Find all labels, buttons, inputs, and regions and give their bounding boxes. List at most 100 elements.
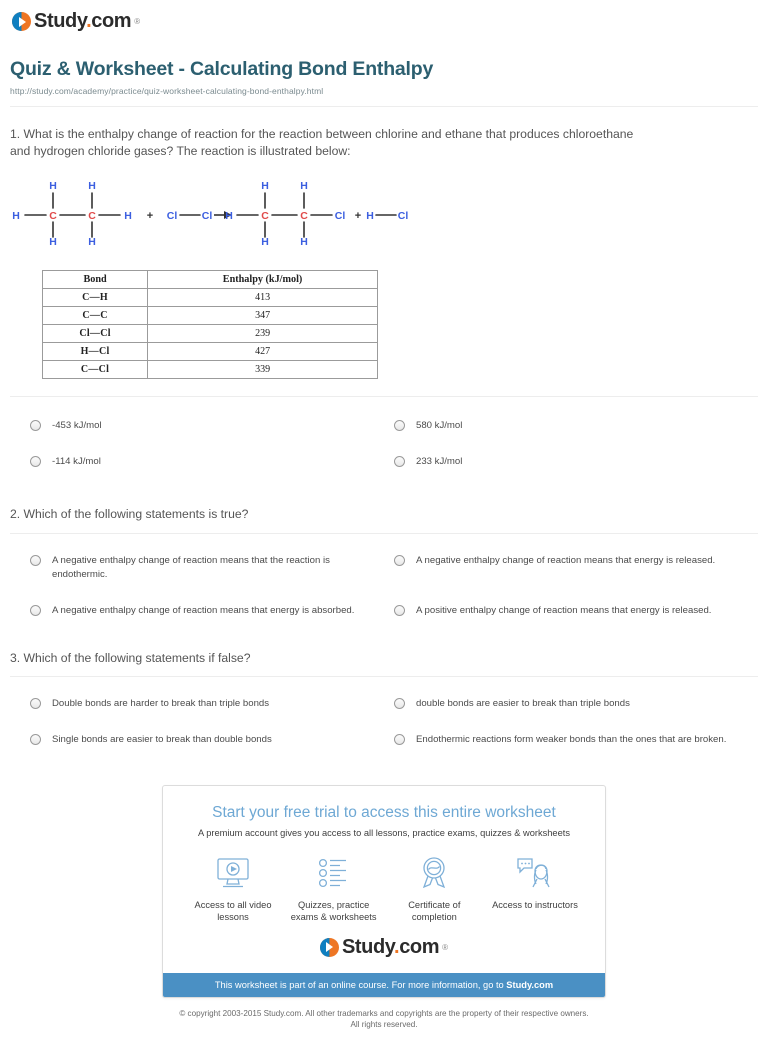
- column-header-enthalpy: Enthalpy (kJ/mol): [147, 269, 378, 289]
- promo-subtitle: A premium account gives you access to al…: [197, 827, 571, 838]
- feature-quizzes: Quizzes, practice exams & worksheets: [286, 854, 382, 924]
- promo-logo[interactable]: Study.com ®: [163, 928, 605, 973]
- svg-text:+: +: [355, 210, 361, 222]
- option-q2-3[interactable]: A negative enthalpy change of reaction m…: [30, 604, 394, 618]
- promo-course-bar: This worksheet is part of an online cour…: [163, 972, 605, 997]
- option-label: 580 kJ/mol: [416, 419, 463, 431]
- radio-button-icon[interactable]: [30, 697, 41, 709]
- award-ribbon-icon: [386, 854, 482, 892]
- radio-button-icon[interactable]: [30, 455, 41, 467]
- chemical-equation-svg: H H H H H H C C + Cl Cl H H H H H C C Cl…: [12, 180, 408, 248]
- option-q2-2[interactable]: A negative enthalpy change of reaction m…: [394, 554, 758, 582]
- bond-enthalpy-table-wrap: Bond Enthalpy (kJ/mol) C—H 413 C—C 347 C…: [0, 264, 768, 379]
- feature-label: Quizzes, practice exams & worksheets: [290, 899, 377, 923]
- option-label: Double bonds are harder to break than tr…: [52, 697, 270, 709]
- option-q3-4[interactable]: Endothermic reactions form weaker bonds …: [394, 733, 758, 747]
- brand-name-main: Study: [341, 935, 395, 958]
- table-row: C—H 413: [41, 287, 378, 307]
- option-q3-1[interactable]: Double bonds are harder to break than tr…: [30, 697, 394, 711]
- brand-wordmark: Study.com: [34, 10, 132, 33]
- option-label: Endothermic reactions form weaker bonds …: [416, 733, 727, 745]
- promo-wrap: Start your free trial to access this ent…: [0, 747, 768, 998]
- cell-enthalpy: 347: [147, 305, 378, 325]
- svg-text:+: +: [147, 210, 153, 222]
- radio-button-icon[interactable]: [30, 604, 41, 616]
- promo-bar-text: This worksheet is part of an online cour…: [214, 979, 507, 990]
- checklist-icon: [286, 854, 382, 892]
- cell-bond: H—Cl: [41, 341, 149, 361]
- cell-enthalpy: 339: [147, 359, 378, 379]
- option-label: -453 kJ/mol: [52, 419, 102, 431]
- svg-text:C: C: [261, 210, 269, 222]
- option-q1-1[interactable]: -453 kJ/mol: [30, 419, 394, 433]
- svg-text:H: H: [300, 180, 308, 192]
- question-1-options: -453 kJ/mol 580 kJ/mol -114 kJ/mol 233 k…: [0, 397, 768, 475]
- worksheet-page: Study.com ® Quiz & Worksheet - Calculati…: [0, 0, 768, 1031]
- radio-button-icon[interactable]: [394, 554, 405, 566]
- brand-name-tld: com: [399, 935, 440, 958]
- svg-text:H: H: [12, 210, 20, 222]
- radio-button-icon[interactable]: [30, 554, 41, 566]
- question-2-block: 2. Which of the following statements is …: [0, 474, 768, 523]
- svg-text:H: H: [49, 180, 57, 192]
- option-q1-4[interactable]: 233 kJ/mol: [394, 455, 758, 469]
- copyright-line-2: All rights reserved.: [350, 1020, 418, 1030]
- feature-instructors: Access to instructors: [487, 854, 583, 924]
- question-1-text: 1. What is the enthalpy change of reacti…: [10, 127, 634, 159]
- radio-button-icon[interactable]: [394, 419, 405, 431]
- svg-text:Cl: Cl: [335, 210, 346, 222]
- svg-text:H: H: [261, 180, 269, 192]
- radio-button-icon[interactable]: [394, 733, 405, 745]
- radio-button-icon[interactable]: [30, 419, 41, 431]
- question-3-options: Double bonds are harder to break than tr…: [0, 677, 768, 747]
- cell-bond: C—H: [41, 287, 149, 307]
- trademark-symbol: ®: [134, 17, 141, 26]
- option-label: Single bonds are easier to break than do…: [52, 733, 272, 745]
- play-circle-icon: [12, 12, 31, 31]
- svg-text:H: H: [124, 210, 132, 222]
- option-q3-2[interactable]: double bonds are easier to break than tr…: [394, 697, 758, 711]
- option-label: -114 kJ/mol: [52, 455, 101, 467]
- svg-text:H: H: [366, 210, 374, 222]
- svg-text:C: C: [300, 210, 308, 222]
- radio-button-icon[interactable]: [394, 697, 405, 709]
- promo-title: Start your free trial to access this ent…: [212, 803, 556, 821]
- radio-button-icon[interactable]: [394, 604, 405, 616]
- brand-wordmark: Study.com: [341, 935, 440, 959]
- svg-text:H: H: [88, 236, 96, 248]
- option-q2-4[interactable]: A positive enthalpy change of reaction m…: [394, 604, 758, 618]
- free-trial-promo-box: Start your free trial to access this ent…: [162, 784, 606, 998]
- cell-bond: Cl—Cl: [41, 323, 149, 343]
- promo-bar-link[interactable]: Study.com: [506, 980, 553, 990]
- brand-name-tld: com: [91, 10, 132, 32]
- feature-label: Access to all video lessons: [194, 899, 272, 923]
- feature-label: Certificate of completion: [408, 899, 461, 923]
- study-com-logo[interactable]: Study.com ®: [12, 10, 140, 33]
- radio-button-icon[interactable]: [30, 733, 41, 745]
- table-header-row: Bond Enthalpy (kJ/mol): [41, 269, 378, 289]
- question-1-block: 1. What is the enthalpy change of reacti…: [0, 107, 768, 161]
- table-row: C—C 347: [41, 305, 378, 325]
- brand-name-main: Study: [34, 10, 87, 32]
- option-q1-2[interactable]: 580 kJ/mol: [394, 419, 758, 433]
- option-label: A positive enthalpy change of reaction m…: [416, 604, 712, 616]
- option-q3-3[interactable]: Single bonds are easier to break than do…: [30, 733, 394, 747]
- cell-enthalpy: 427: [147, 341, 378, 361]
- question-3-text: 3. Which of the following statements if …: [10, 650, 251, 665]
- question-3-block: 3. Which of the following statements if …: [0, 624, 768, 667]
- svg-text:H: H: [261, 236, 269, 248]
- radio-button-icon[interactable]: [394, 455, 405, 467]
- brand-header: Study.com ®: [0, 0, 768, 36]
- question-2-text: 2. Which of the following statements is …: [10, 507, 249, 522]
- option-label: double bonds are easier to break than tr…: [416, 697, 630, 709]
- table-row: Cl—Cl 239: [41, 323, 378, 343]
- title-block: Quiz & Worksheet - Calculating Bond Enth…: [0, 36, 768, 96]
- option-q2-1[interactable]: A negative enthalpy change of reaction m…: [30, 554, 394, 582]
- feature-certificate: Certificate of completion: [386, 854, 482, 924]
- page-url: http://study.com/academy/practice/quiz-w…: [10, 86, 324, 96]
- svg-text:Cl: Cl: [167, 210, 178, 222]
- question-2-options: A negative enthalpy change of reaction m…: [0, 534, 768, 624]
- option-q1-3[interactable]: -114 kJ/mol: [30, 455, 394, 469]
- svg-text:H: H: [225, 210, 233, 222]
- svg-text:H: H: [300, 236, 308, 248]
